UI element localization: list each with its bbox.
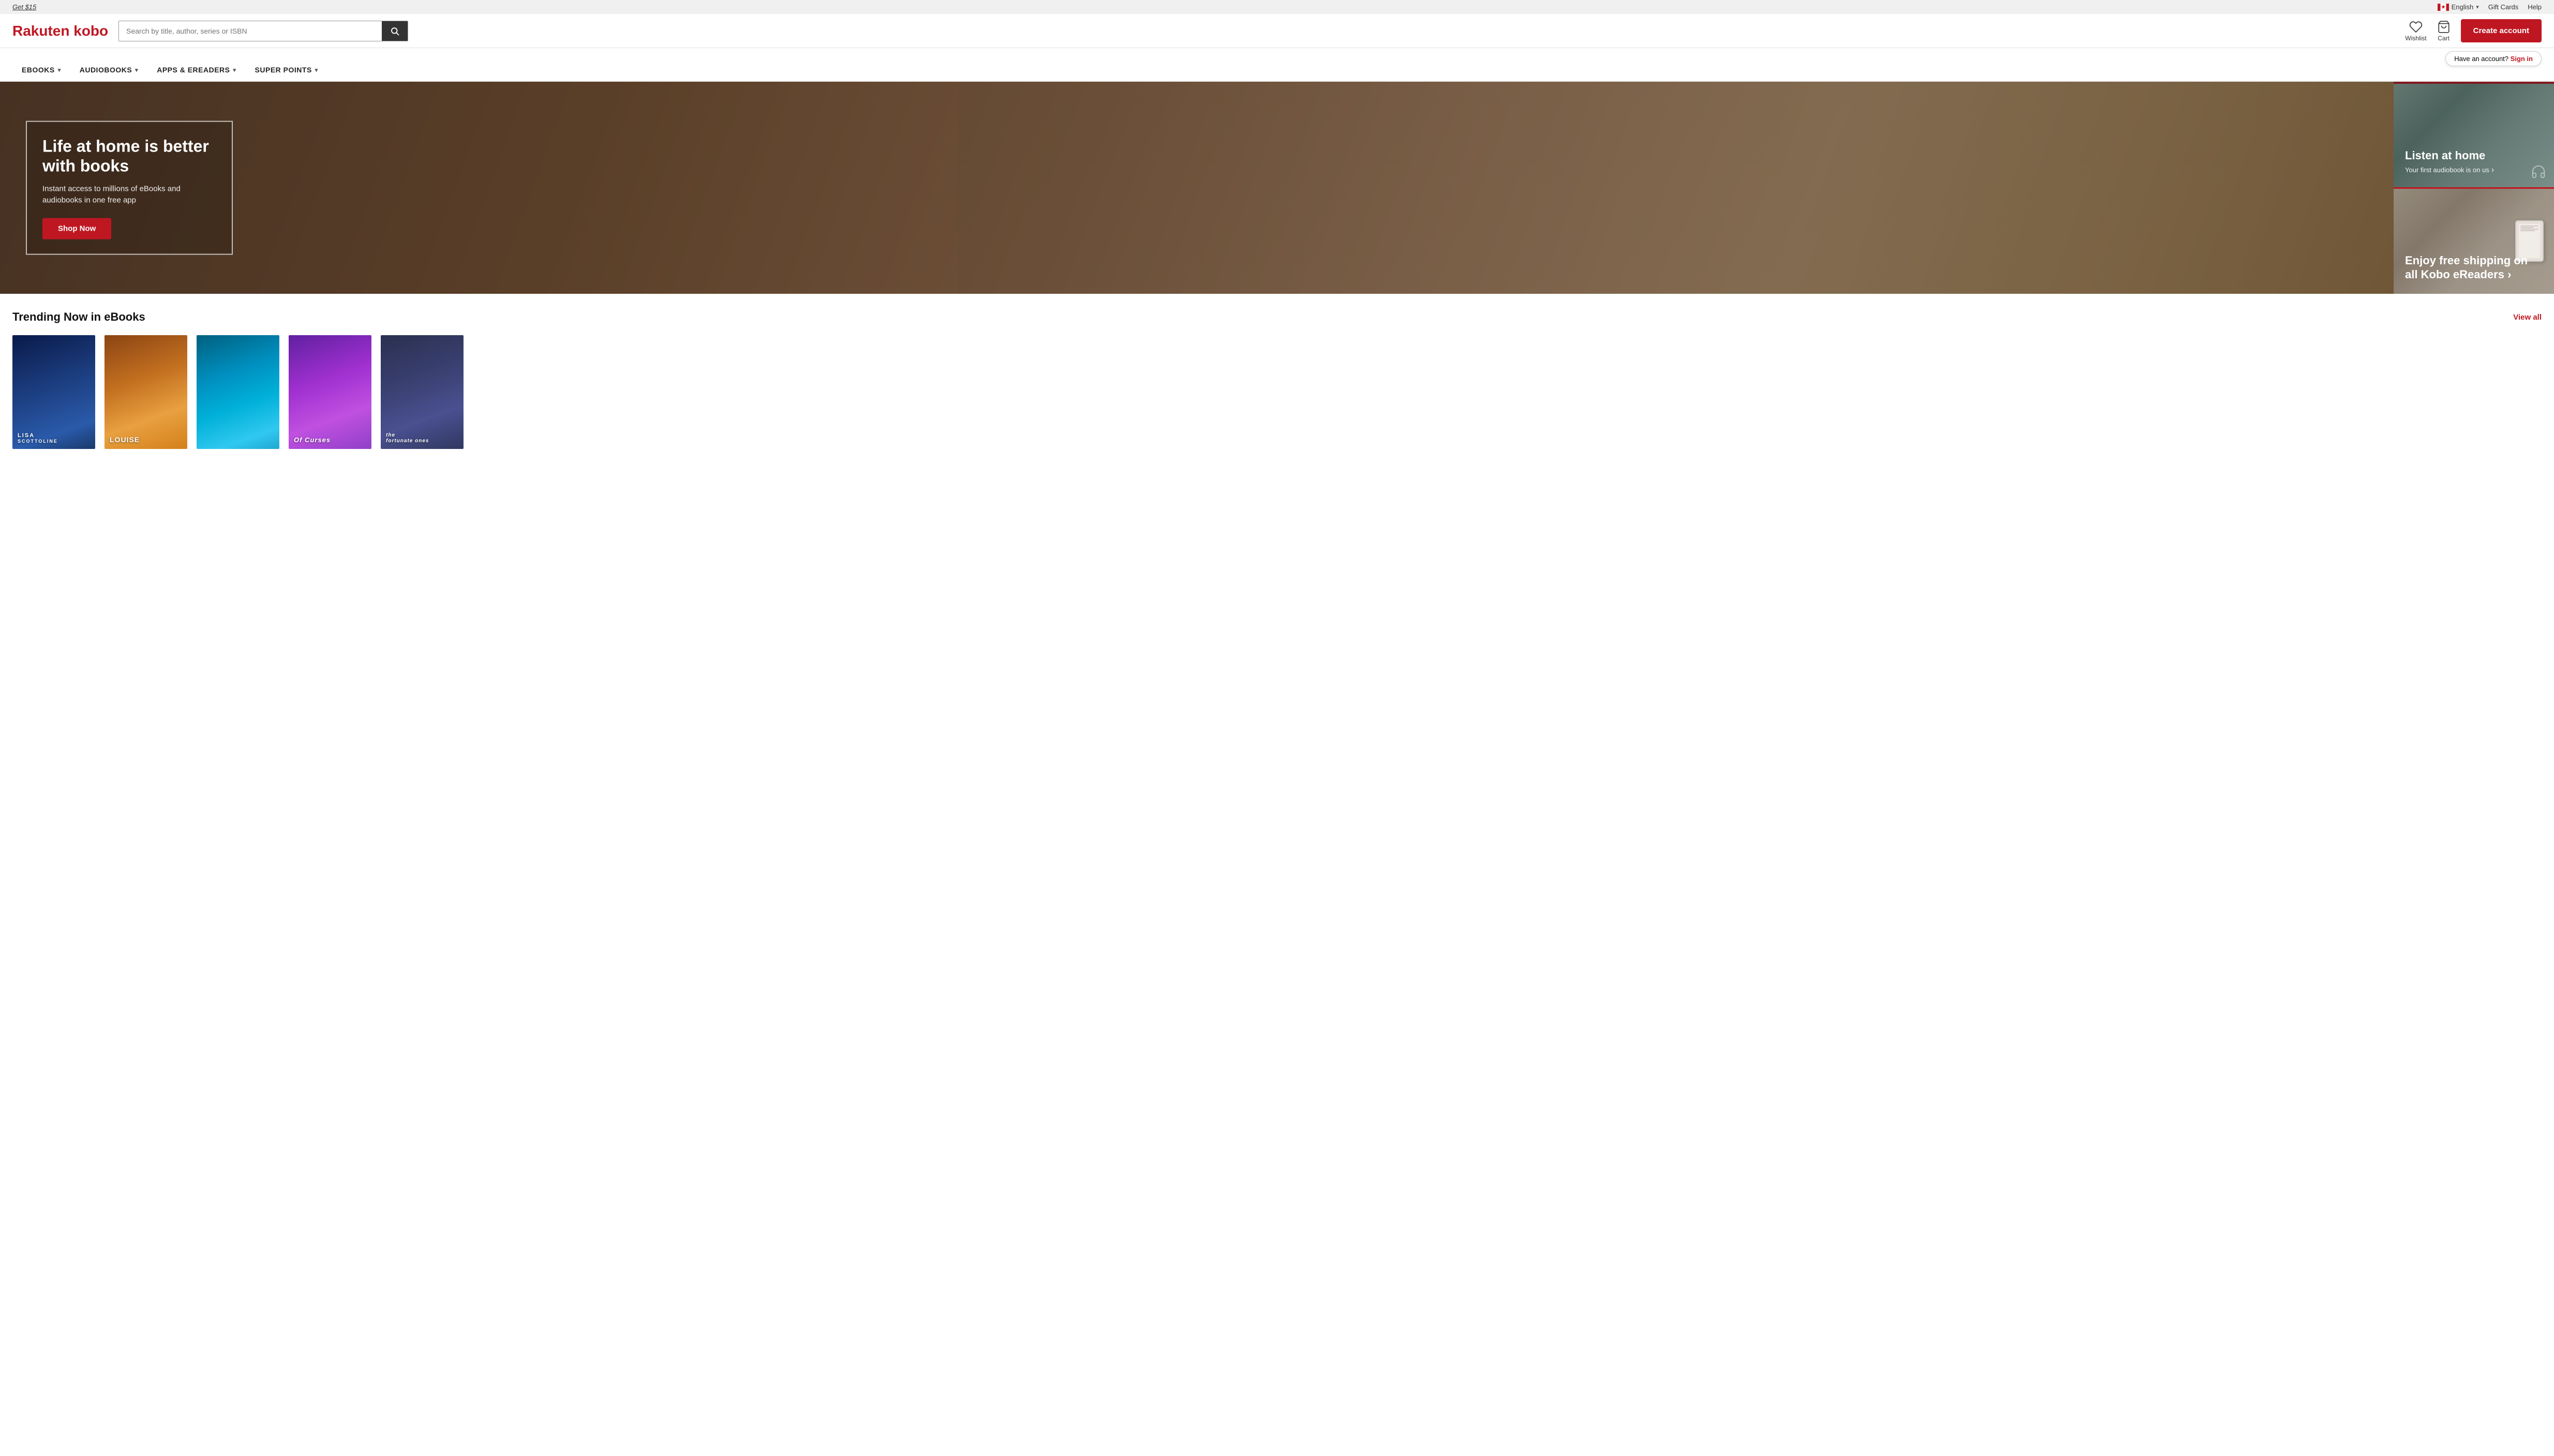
nav-label-ebooks: eBOOKS xyxy=(22,66,55,74)
sign-in-tooltip: Have an account? Sign in xyxy=(2445,51,2542,66)
top-bar-right: English ▾ Gift Cards Help xyxy=(2438,3,2542,11)
nav-item-super-points[interactable]: SUPER POINTS ▾ xyxy=(246,58,327,81)
promo-link[interactable]: Get $15 xyxy=(12,3,36,11)
cart-label: Cart xyxy=(2438,35,2450,42)
search-bar xyxy=(118,21,408,41)
book-cover-4: Of Curses xyxy=(289,335,371,449)
view-all-link[interactable]: View all xyxy=(2513,313,2542,322)
list-item[interactable] xyxy=(197,335,279,449)
have-account-text: Have an account? xyxy=(2454,55,2508,63)
nav-label-super-points: SUPER POINTS xyxy=(255,66,312,74)
nav-item-apps-ereaders[interactable]: APPS & eREADERS ▾ xyxy=(147,58,245,81)
book-title-5b: fortunate ones xyxy=(386,438,458,444)
trending-section: Trending Now in eBooks View all LISA SCO… xyxy=(0,294,2554,459)
book-author-2: LOUISE xyxy=(110,436,182,444)
sign-in-link[interactable]: Sign in xyxy=(2511,55,2533,63)
cart-icon xyxy=(2437,20,2451,34)
hero-main-banner: Life at home is better with books Instan… xyxy=(0,82,2394,294)
heart-icon xyxy=(2409,20,2423,34)
book-cover-5: the fortunate ones xyxy=(381,335,464,449)
search-icon xyxy=(390,26,399,36)
listen-subtitle: Your first audiobook is on us › xyxy=(2405,166,2543,175)
audiobooks-chevron-icon: ▾ xyxy=(135,67,138,73)
listen-content: Listen at home Your first audiobook is o… xyxy=(2405,149,2543,175)
hero-section: Life at home is better with books Instan… xyxy=(0,82,2554,294)
cart-button[interactable]: Cart xyxy=(2437,20,2451,42)
search-input[interactable] xyxy=(119,21,382,41)
flag-icon xyxy=(2438,4,2449,11)
book-cover-2: LOUISE xyxy=(104,335,187,449)
help-link[interactable]: Help xyxy=(2528,3,2542,11)
ebooks-chevron-icon: ▾ xyxy=(58,67,61,73)
promo-link-container[interactable]: Get $15 xyxy=(12,3,36,11)
nav-item-ebooks[interactable]: eBOOKS ▾ xyxy=(12,58,70,81)
wishlist-button[interactable]: Wishlist xyxy=(2405,20,2426,42)
wishlist-label: Wishlist xyxy=(2405,35,2426,42)
hero-main-content: Life at home is better with books Instan… xyxy=(26,121,233,255)
hero-overlay xyxy=(0,82,2394,294)
hero-listen-panel[interactable]: Listen at home Your first audiobook is o… xyxy=(2394,82,2554,189)
search-button[interactable] xyxy=(382,21,408,41)
apps-chevron-icon: ▾ xyxy=(233,67,236,73)
list-item[interactable]: LISA SCOTTOLINE xyxy=(12,335,95,449)
logo-text: Rakuten kobo xyxy=(12,23,108,39)
nav-label-apps-ereaders: APPS & eREADERS xyxy=(157,66,230,74)
list-item[interactable]: LOUISE xyxy=(104,335,187,449)
list-item[interactable]: the fortunate ones xyxy=(381,335,464,449)
logo[interactable]: Rakuten kobo xyxy=(12,23,108,39)
hero-shipping-panel[interactable]: Enjoy free shipping on all Kobo eReaders… xyxy=(2394,189,2554,294)
hero-title: Life at home is better with books xyxy=(42,137,216,176)
book-title-4: Of Curses xyxy=(294,436,366,444)
shipping-content: Enjoy free shipping on all Kobo eReaders… xyxy=(2405,254,2543,281)
list-item[interactable]: Of Curses xyxy=(289,335,371,449)
hero-content-box: Life at home is better with books Instan… xyxy=(26,121,233,255)
language-chevron-icon: ▾ xyxy=(2476,4,2479,10)
shipping-arrow-icon: › xyxy=(2507,268,2511,281)
listen-arrow-icon: › xyxy=(2491,166,2494,175)
book-author-surname-1: SCOTTOLINE xyxy=(18,439,90,444)
shipping-title: Enjoy free shipping on all Kobo eReaders… xyxy=(2405,254,2543,281)
book-cover-3 xyxy=(197,335,279,449)
hero-subtitle: Instant access to millions of eBooks and… xyxy=(42,183,216,206)
shop-now-button[interactable]: Shop Now xyxy=(42,218,111,239)
super-points-chevron-icon: ▾ xyxy=(315,67,318,73)
trending-header: Trending Now in eBooks View all xyxy=(12,310,2542,324)
language-label: English xyxy=(2452,3,2474,11)
language-selector[interactable]: English ▾ xyxy=(2438,3,2479,11)
trending-title: Trending Now in eBooks xyxy=(12,310,145,324)
nav-item-audiobooks[interactable]: AUDIOBOOKS ▾ xyxy=(70,58,147,81)
create-account-button[interactable]: Create account xyxy=(2461,19,2542,42)
gift-cards-link[interactable]: Gift Cards xyxy=(2488,3,2519,11)
top-bar: Get $15 English ▾ Gift Cards Help xyxy=(0,0,2554,14)
book-title-5: the xyxy=(386,432,458,438)
book-cover-1: LISA SCOTTOLINE xyxy=(12,335,95,449)
header-actions: Wishlist Cart Create account xyxy=(2405,19,2542,42)
books-row: LISA SCOTTOLINE LOUISE Of Curses xyxy=(12,335,2542,449)
header: Rakuten kobo Wishlist Cart Create accoun… xyxy=(0,14,2554,48)
listen-title: Listen at home xyxy=(2405,149,2543,162)
main-nav: eBOOKS ▾ AUDIOBOOKS ▾ APPS & eREADERS ▾ … xyxy=(0,58,2554,82)
book-author-1: LISA xyxy=(18,432,90,439)
hero-side-panels: Listen at home Your first audiobook is o… xyxy=(2394,82,2554,294)
nav-label-audiobooks: AUDIOBOOKS xyxy=(80,66,132,74)
